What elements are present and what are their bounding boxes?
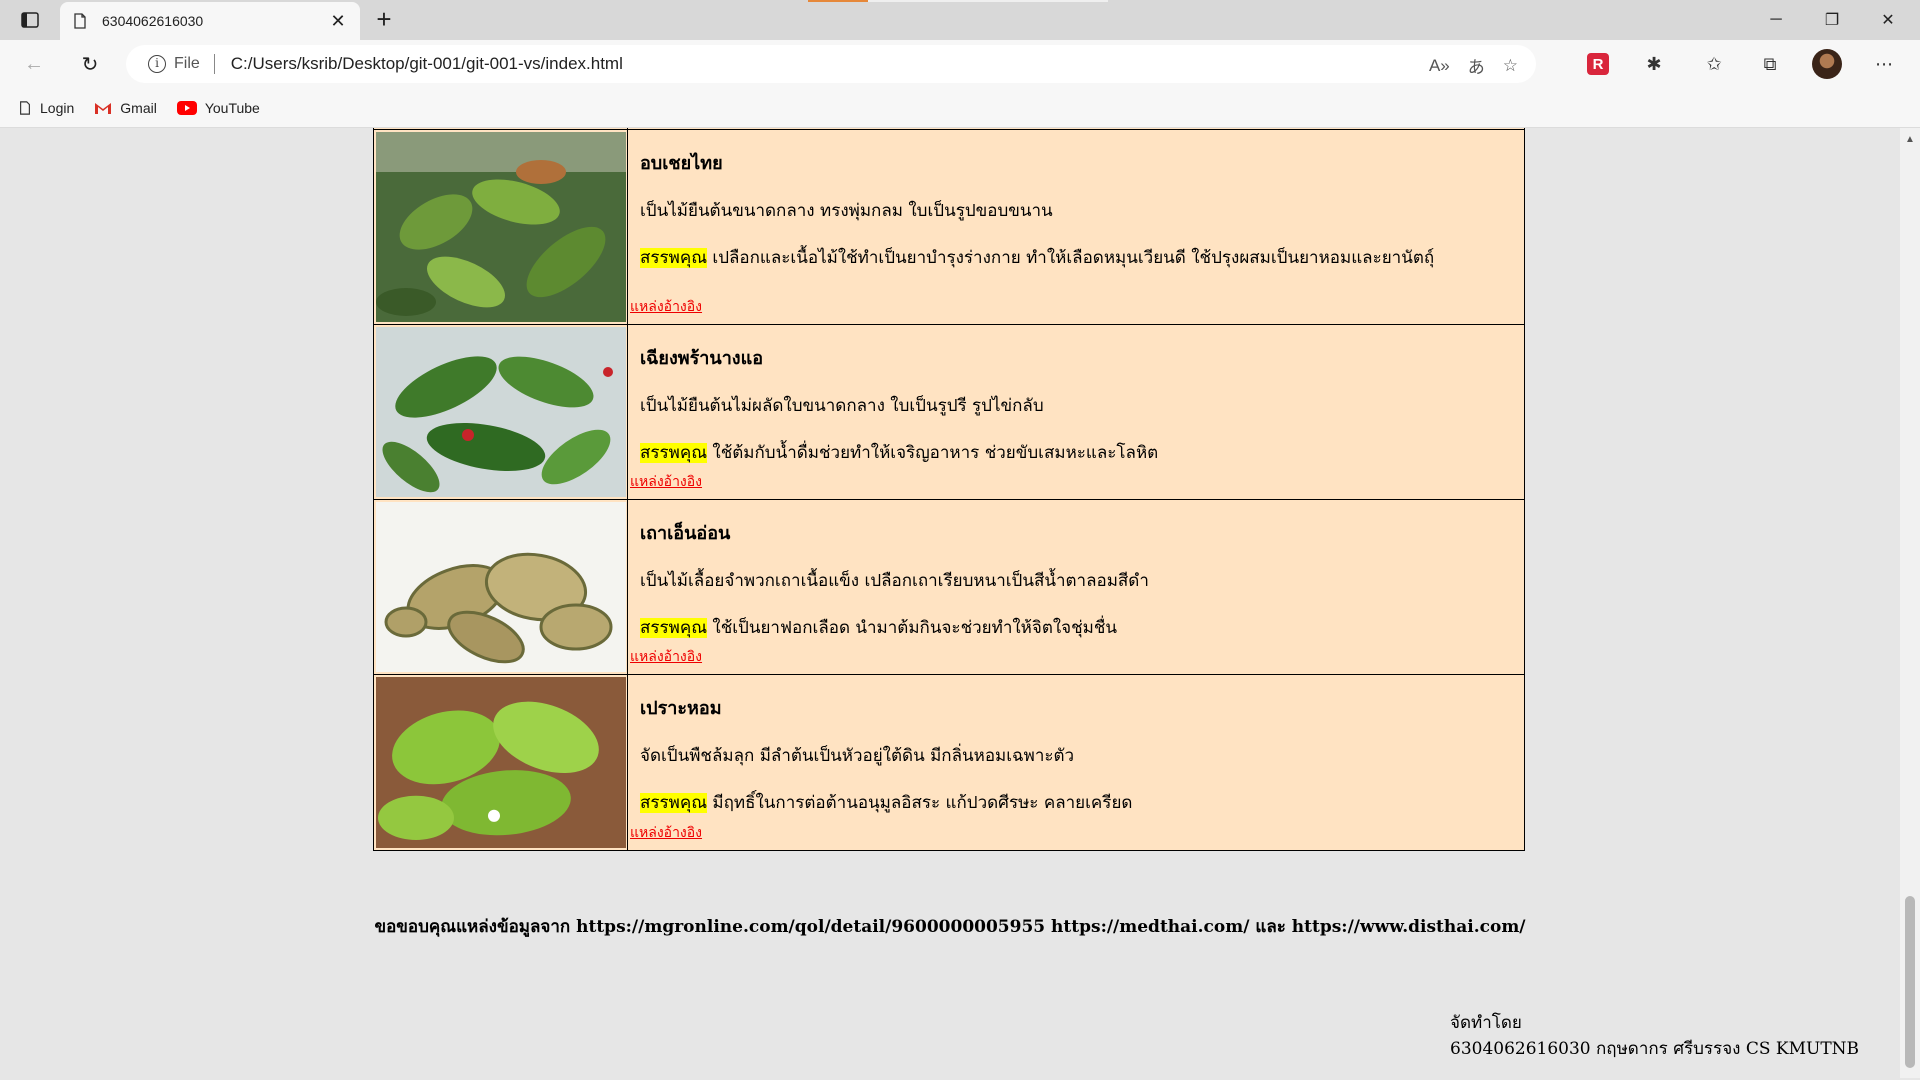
benefit-label: สรรพคุณ [640,248,707,268]
scroll-up-icon[interactable]: ▲ [1905,134,1915,145]
image-cell [374,500,628,674]
table-row: อบเชยไทย เป็นไม้ยืนต้นขนาดกลาง ทรงพุ่มกล… [374,130,1524,325]
bookmark-youtube[interactable]: YouTube [176,99,260,116]
vertical-scrollbar[interactable]: ▲ [1900,128,1920,1078]
page-icon [20,100,30,115]
address-bar[interactable]: i File C:/Users/ksrib/Desktop/git-001/gi… [126,45,1536,83]
reference-link[interactable]: แหล่งอ้างอิง [630,822,702,844]
minimize-icon[interactable]: ─ [1748,0,1804,40]
footer: จัดทำโดย 6304062616030 กฤษดากร ศรีบรรจง … [1450,1010,1859,1062]
scrollbar-thumb[interactable] [1905,896,1915,1068]
herb-benefit: สรรพคุณ ใช้เป็นยาฟอกเลือด นำมาต้มกินจะช่… [640,614,1524,641]
reference-link[interactable]: แหล่งอ้างอิง [630,646,702,668]
benefit-text: ใช้เป็นยาฟอกเลือด นำมาต้มกินจะช่วยทำให้จ… [707,618,1118,638]
text-cell: อบเชยไทย เป็นไม้ยืนต้นขนาดกลาง ทรงพุ่มกล… [628,130,1524,324]
bookmark-label: YouTube [204,99,260,116]
tab-actions-icon[interactable] [12,6,48,34]
close-tab-icon[interactable]: ✕ [328,11,348,32]
browser-toolbar: ← ↻ i File C:/Users/ksrib/Desktop/git-00… [0,40,1920,88]
text-cell: เปราะหอม จัดเป็นพืชล้มลุก มีลำต้นเป็นหัว… [628,675,1524,850]
vine-slices-image [376,502,626,672]
collections-icon[interactable]: ⧉ [1754,48,1786,80]
text-cell [628,128,1524,129]
tab-strip: 6304062616030 ✕ + ─ ❐ ✕ [0,0,1920,40]
url-text[interactable]: C:/Users/ksrib/Desktop/git-001/git-001-v… [231,54,623,74]
reference-link[interactable]: แหล่งอ้างอิง [630,471,702,493]
herb-name: อบเชยไทย [640,153,723,174]
cinnamon-plant-image [376,132,626,322]
page-icon [74,13,86,29]
text-cell: เฉียงพร้านางแอ เป็นไม้ยืนต้นไม่ผลัดใบขนา… [628,325,1524,499]
bookmark-gmail[interactable]: Gmail [94,100,157,116]
browser-tab[interactable]: 6304062616030 ✕ [60,2,360,40]
herb-benefit: สรรพคุณ ใช้ต้มกับน้ำดื่มช่วยทำให้เจริญอา… [640,439,1524,466]
read-aloud-icon[interactable]: A» [1429,56,1450,76]
address-divider [213,54,215,74]
herb-description: เป็นไม้เลื้อยจำพวกเถาเนื้อแข็ง เปลือกเถา… [640,571,1149,591]
herb-table: อบเชยไทย เป็นไม้ยืนต้นขนาดกลาง ทรงพุ่มกล… [373,128,1525,851]
herb-name: เถาเอ็นอ่อน [640,523,731,544]
kaempferia-plant-image [376,677,626,848]
credits-text: ขอขอบคุณแหล่งข้อมูลจาก https://mgronline… [374,917,1526,937]
benefit-text: เปลือกและเนื้อไม้ใช้ทำเป็นยาบำรุงร่างกาย… [707,248,1435,268]
bookmark-login[interactable]: Login [18,100,74,116]
table-row: เฉียงพร้านางแอ เป็นไม้ยืนต้นไม่ผลัดใบขนา… [374,325,1524,500]
page-content: อบเชยไทย เป็นไม้ยืนต้นขนาดกลาง ทรงพุ่มกล… [0,128,1900,1078]
add-favorite-icon[interactable]: ☆ [1503,56,1518,76]
restore-icon[interactable]: ❐ [1804,0,1860,40]
loading-indicator [808,0,868,2]
window-close-icon[interactable]: ✕ [1860,0,1916,40]
herb-description: เป็นไม้ยืนต้นขนาดกลาง ทรงพุ่มกลม ใบเป็นร… [640,201,1053,221]
herb-description: เป็นไม้ยืนต้นไม่ผลัดใบขนาดกลาง ใบเป็นรูป… [640,396,1044,416]
text-cell: เถาเอ็นอ่อน เป็นไม้เลื้อยจำพวกเถาเนื้อแข… [628,500,1524,674]
youtube-icon [176,100,197,115]
new-tab-button[interactable]: + [368,4,400,36]
benefit-label: สรรพคุณ [640,443,707,463]
benefit-text: มีฤทธิ์ในการต่อต้านอนุมูลอิสระ แก้ปวดศีร… [707,793,1133,813]
image-cell [374,675,628,850]
r-extension-icon[interactable]: R [1582,48,1614,80]
herb-name: เปราะหอม [640,698,722,719]
herb-name: เฉียงพร้านางแอ [640,348,764,369]
reference-link[interactable]: แหล่งอ้างอิง [630,296,702,318]
herb-benefit: สรรพคุณ เปลือกและเนื้อไม้ใช้ทำเป็นยาบำรุ… [640,244,1524,271]
translate-icon[interactable]: あ [1468,53,1485,78]
gmail-icon [95,102,112,114]
back-icon[interactable]: ← [18,48,50,80]
more-menu-icon[interactable]: ⋯ [1868,48,1900,80]
table-row: เปราะหอม จัดเป็นพืชล้มลุก มีลำต้นเป็นหัว… [374,675,1524,850]
file-label: File [174,55,200,72]
author-line: 6304062616030 กฤษดากร ศรีบรรจง CS KMUTNB [1450,1039,1860,1059]
extensions-icon[interactable]: ✱ [1638,48,1670,80]
made-by-label: จัดทำโดย [1450,1013,1522,1033]
avatar[interactable] [1812,49,1842,79]
herb-description: จัดเป็นพืชล้มลุก มีลำต้นเป็นหัวอยู่ใต้ดิ… [640,746,1075,766]
image-cell [374,130,628,324]
bookmark-label: Gmail [120,99,157,116]
favorites-icon[interactable]: ✩ [1698,48,1730,80]
bookmarks-bar: Login Gmail YouTube [0,88,1920,128]
bookmark-label: Login [40,99,75,116]
loading-track [868,0,1108,2]
chiang-phra-plant-image [376,327,626,497]
info-icon[interactable]: i [148,55,166,73]
table-row: เถาเอ็นอ่อน เป็นไม้เลื้อยจำพวกเถาเนื้อแข… [374,500,1524,675]
tab-title: 6304062616030 [102,13,204,29]
image-cell [374,128,628,129]
herb-benefit: สรรพคุณ มีฤทธิ์ในการต่อต้านอนุมูลอิสระ แ… [640,789,1524,816]
benefit-label: สรรพคุณ [640,793,707,813]
refresh-icon[interactable]: ↻ [74,48,106,80]
benefit-label: สรรพคุณ [640,618,707,638]
image-cell [374,325,628,499]
benefit-text: ใช้ต้มกับน้ำดื่มช่วยทำให้เจริญอาหาร ช่วย… [707,443,1159,463]
